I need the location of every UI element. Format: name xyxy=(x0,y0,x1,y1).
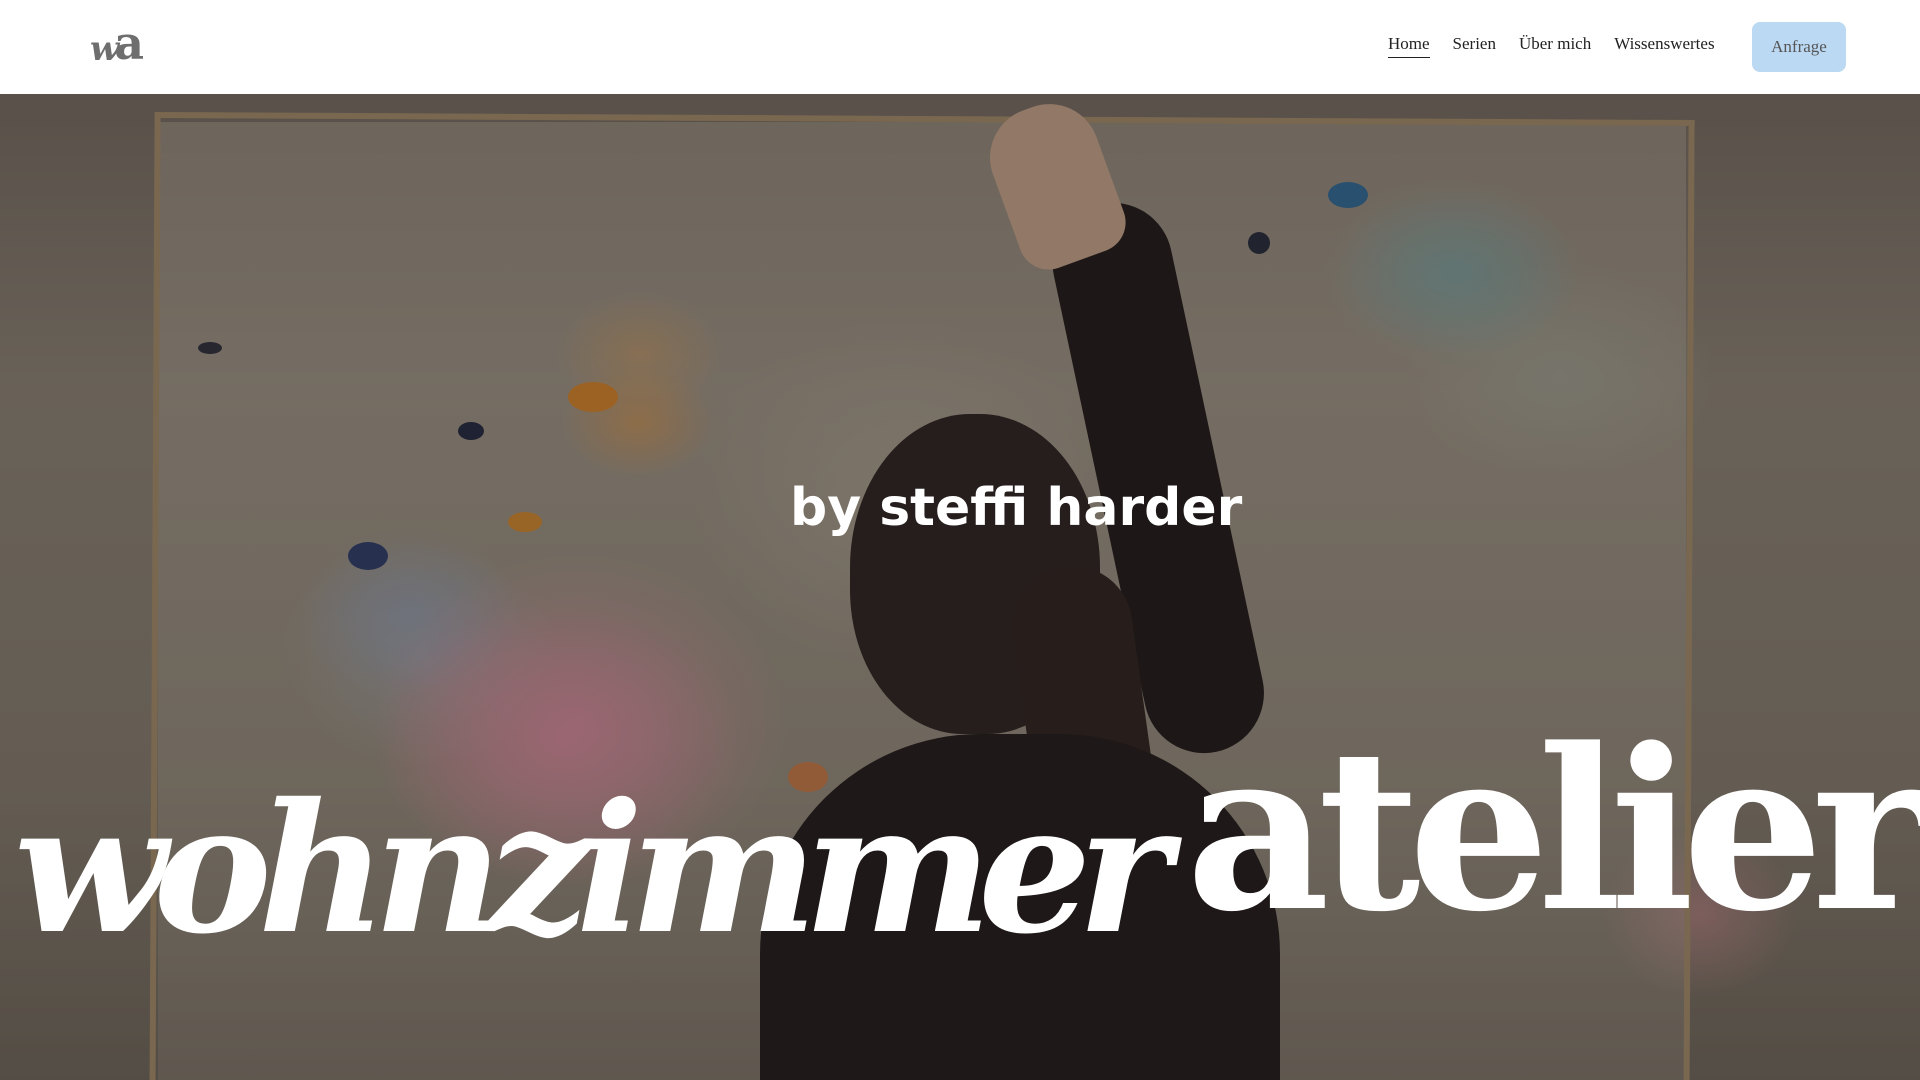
hero-title: wohnzimmer atelier xyxy=(0,668,1920,1008)
anfrage-button[interactable]: Anfrage xyxy=(1752,22,1846,72)
logo-letter-w: w xyxy=(90,29,119,69)
hero-section: wohnzimmer atelier by steffi harder xyxy=(0,94,1920,1080)
site-header: wa Home Serien Über mich Wissenswertes A… xyxy=(0,0,1920,94)
nav-item-ueber-mich[interactable]: Über mich xyxy=(1519,34,1591,58)
nav-item-home[interactable]: Home xyxy=(1388,34,1430,58)
site-logo[interactable]: wa xyxy=(90,20,144,66)
hero-subtitle: by steffi harder xyxy=(790,478,1243,538)
hero-title-serif: atelier xyxy=(1186,701,1920,961)
nav-item-serien[interactable]: Serien xyxy=(1453,34,1496,58)
hero-title-script: wohnzimmer xyxy=(14,764,1171,973)
nav-item-wissenswertes[interactable]: Wissenswertes xyxy=(1614,34,1714,58)
main-nav: Home Serien Über mich Wissenswertes xyxy=(1388,34,1715,58)
logo-letter-a: a xyxy=(114,16,145,70)
